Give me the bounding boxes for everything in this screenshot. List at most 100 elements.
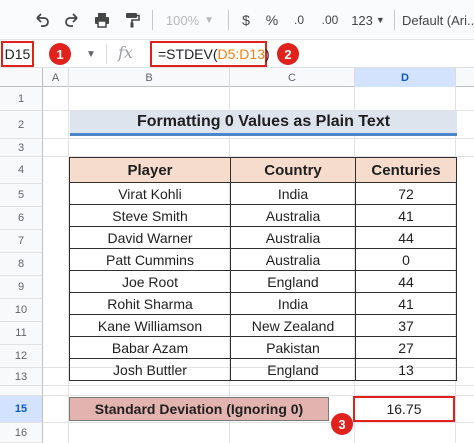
player-cell[interactable]: Kane Williamson	[69, 314, 231, 337]
header-centuries[interactable]: Centuries	[355, 157, 457, 183]
callout-badge-3: 3	[331, 413, 353, 435]
callout-badge-1: 1	[49, 43, 71, 65]
toolbar-divider	[152, 10, 153, 30]
row-header[interactable]: 9	[0, 276, 43, 299]
centuries-cell[interactable]: 41	[355, 204, 457, 227]
row-header[interactable]: 1	[0, 87, 43, 111]
country-cell[interactable]: England	[230, 358, 356, 381]
header-player[interactable]: Player	[69, 157, 231, 183]
centuries-cell[interactable]: 37	[355, 314, 457, 337]
player-cell[interactable]: Josh Buttler	[69, 358, 231, 381]
row-header[interactable]: 13	[0, 368, 43, 386]
chevron-down-icon[interactable]: ▼	[86, 49, 96, 60]
column-header-d[interactable]: D	[355, 68, 456, 87]
column-header-b[interactable]: B	[69, 68, 230, 87]
row-header[interactable]	[0, 386, 43, 396]
percent-label: %	[265, 12, 279, 28]
row-header[interactable]: 6	[0, 207, 43, 230]
centuries-cell[interactable]: 0	[355, 248, 457, 271]
row-header[interactable]: 8	[0, 253, 43, 276]
table-row: Babar Azam Pakistan 27	[69, 336, 457, 359]
row-header[interactable]: 10	[0, 299, 43, 322]
centuries-cell[interactable]: 44	[355, 270, 457, 293]
currency-format-button[interactable]: $	[236, 8, 256, 32]
table-row: Josh Buttler England 13	[69, 358, 457, 381]
column-headers: A B C D	[0, 68, 474, 87]
centuries-cell[interactable]: 72	[355, 182, 457, 205]
country-cell[interactable]: New Zealand	[230, 314, 356, 337]
column-header-c[interactable]: C	[230, 68, 355, 87]
print-icon[interactable]	[90, 8, 114, 32]
table-row: Joe Root England 44	[69, 270, 457, 293]
formula-input[interactable]: =STDEV(D5:D13)	[150, 41, 270, 67]
formula-bar: D15 1 ▼ fx =STDEV(D5:D13) 2	[0, 40, 474, 68]
more-formats-button[interactable]: 123 ▼	[348, 8, 388, 32]
row-header[interactable]: 16	[0, 423, 43, 443]
table-row: Rohit Sharma India 41	[69, 292, 457, 315]
row-header[interactable]: 11	[0, 322, 43, 345]
row-header[interactable]: 7	[0, 230, 43, 253]
decrease-decimal-button[interactable]: .0	[288, 8, 310, 32]
player-cell[interactable]: Babar Azam	[69, 336, 231, 359]
formula-prefix: =STDEV(	[158, 46, 218, 62]
table-row: Kane Williamson New Zealand 37	[69, 314, 457, 337]
redo-icon[interactable]	[60, 8, 84, 32]
header-country[interactable]: Country	[230, 157, 356, 183]
zoom-value: 100%	[165, 12, 200, 28]
country-cell[interactable]: Pakistan	[230, 336, 356, 359]
font-select[interactable]: Default (Ari...	[402, 8, 474, 32]
paint-format-icon[interactable]	[120, 8, 144, 32]
std-dev-value-cell[interactable]: 16.75	[353, 396, 455, 422]
grid-line	[43, 385, 474, 386]
toolbar: 100% ▼ $ % .0 .00 123 ▼ Default (Ari...	[0, 0, 474, 40]
formula-divider	[106, 44, 107, 64]
data-table: Player Country Centuries Virat Kohli Ind…	[69, 157, 457, 381]
chevron-down-icon: ▼	[375, 15, 385, 25]
player-cell[interactable]: Virat Kohli	[69, 182, 231, 205]
player-cell[interactable]: Steve Smith	[69, 204, 231, 227]
row-header[interactable]: 5	[0, 184, 43, 207]
decrease-decimal-label: .0	[293, 13, 304, 27]
column-header-a[interactable]: A	[43, 68, 69, 87]
country-cell[interactable]: India	[230, 292, 356, 315]
sheet-title[interactable]: Formatting 0 Values as Plain Text	[70, 111, 457, 136]
centuries-cell[interactable]: 13	[355, 358, 457, 381]
toolbar-divider	[228, 10, 229, 30]
increase-decimal-button[interactable]: .00	[316, 8, 344, 32]
country-cell[interactable]: England	[230, 270, 356, 293]
player-cell[interactable]: David Warner	[69, 226, 231, 249]
callout-badge-2: 2	[277, 43, 299, 65]
row-header[interactable]: 2	[0, 111, 43, 139]
table-row: Virat Kohli India 72	[69, 182, 457, 205]
formula-range: D5:D13	[217, 46, 265, 62]
centuries-cell[interactable]: 44	[355, 226, 457, 249]
toolbar-divider	[394, 10, 395, 30]
undo-icon[interactable]	[30, 8, 54, 32]
select-all-corner[interactable]	[0, 68, 43, 87]
std-dev-label[interactable]: Standard Deviation (Ignoring 0)	[69, 397, 329, 421]
table-row: Steve Smith Australia 41	[69, 204, 457, 227]
centuries-cell[interactable]: 41	[355, 292, 457, 315]
player-cell[interactable]: Joe Root	[69, 270, 231, 293]
country-cell[interactable]: Australia	[230, 248, 356, 271]
country-cell[interactable]: India	[230, 182, 356, 205]
name-box[interactable]: D15	[1, 41, 34, 67]
centuries-cell[interactable]: 27	[355, 336, 457, 359]
row-header[interactable]: 12	[0, 345, 43, 368]
row-header-selected[interactable]: 15	[0, 396, 43, 423]
grid-line	[43, 138, 474, 139]
zoom-select[interactable]: 100% ▼	[160, 8, 220, 32]
table-header-row: Player Country Centuries	[69, 157, 457, 183]
country-cell[interactable]: Australia	[230, 204, 356, 227]
percent-format-button[interactable]: %	[262, 8, 282, 32]
chevron-down-icon: ▼	[204, 14, 215, 26]
formula-suffix: )	[264, 46, 270, 62]
row-header[interactable]: 3	[0, 139, 43, 157]
player-cell[interactable]: Rohit Sharma	[69, 292, 231, 315]
fx-icon: fx	[118, 43, 133, 62]
player-cell[interactable]: Patt Cummins	[69, 248, 231, 271]
more-formats-label: 123	[351, 12, 373, 28]
row-header[interactable]: 4	[0, 157, 43, 184]
grid-line	[43, 422, 474, 423]
country-cell[interactable]: Australia	[230, 226, 356, 249]
